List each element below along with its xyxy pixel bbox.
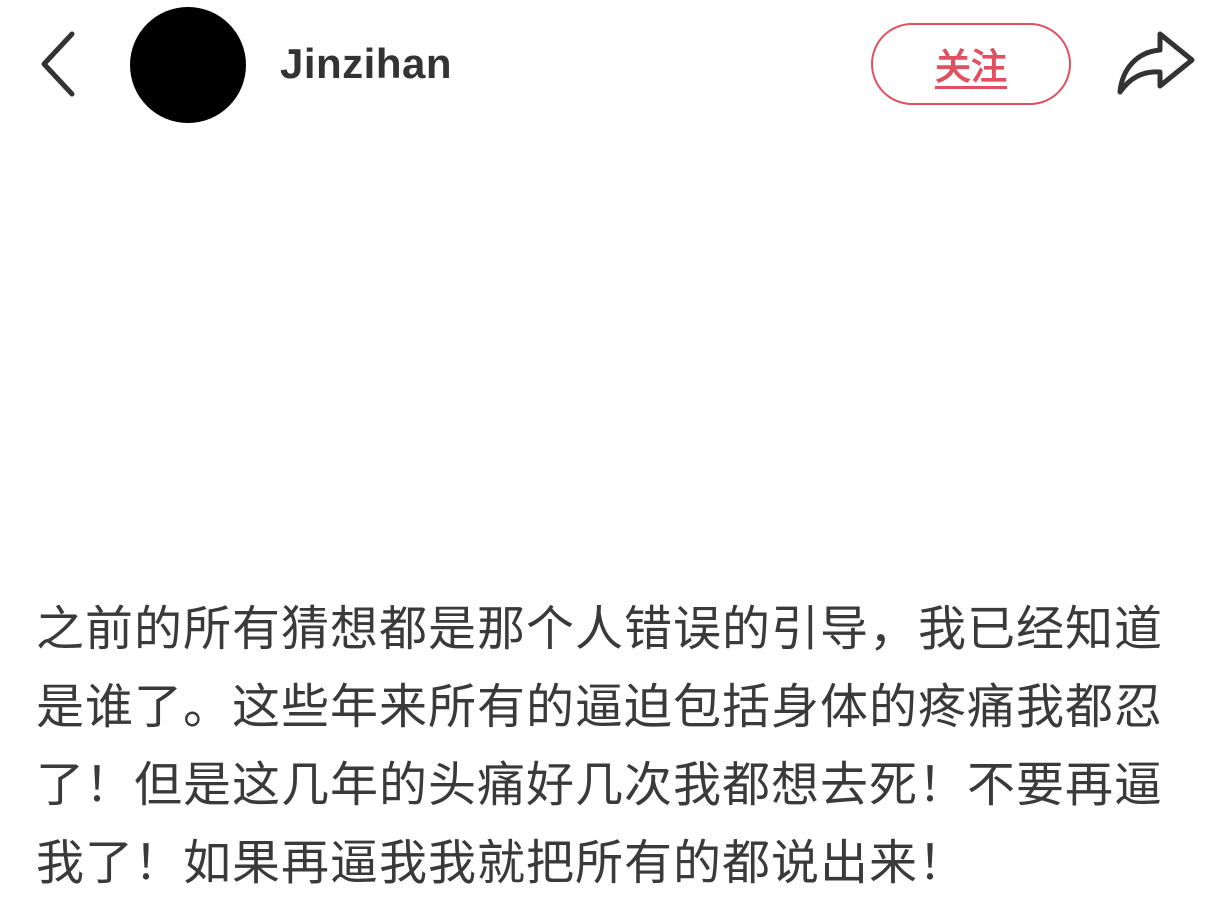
chevron-left-icon <box>41 31 75 97</box>
avatar[interactable] <box>130 7 246 123</box>
share-arrow-icon <box>1117 31 1195 95</box>
username[interactable]: Jinzihan <box>280 38 452 90</box>
follow-button[interactable]: 关注 <box>871 23 1071 105</box>
post-text: 之前的所有猜想都是那个人错误的引导，我已经知道是谁了。这些年来所有的逼迫包括身体… <box>36 601 1164 891</box>
follow-button-label: 关注 <box>934 47 1007 88</box>
profile-header: Jinzihan 关注 <box>0 0 1225 130</box>
share-button[interactable] <box>1110 26 1202 100</box>
back-button[interactable] <box>28 22 92 106</box>
post-body: 之前的所有猜想都是那个人错误的引导，我已经知道是谁了。这些年来所有的逼迫包括身体… <box>36 590 1196 902</box>
